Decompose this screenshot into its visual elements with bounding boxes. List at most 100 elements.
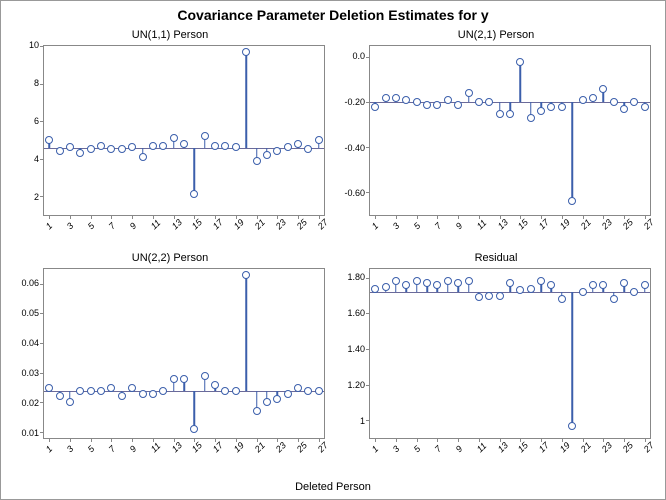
data-marker — [201, 372, 209, 380]
plot-area-wrap — [43, 45, 325, 216]
data-marker — [149, 142, 157, 150]
panel-title: Residual — [335, 252, 657, 264]
plot-area — [43, 268, 325, 439]
data-marker — [128, 384, 136, 392]
x-tick-label: 1 — [44, 221, 55, 232]
y-tick-label: 4 — [34, 154, 39, 164]
data-marker — [537, 107, 545, 115]
y-tick-label: 0.03 — [21, 368, 39, 378]
x-tick-label: 11 — [148, 218, 162, 232]
x-tick-label: 25 — [295, 217, 309, 231]
y-axis: 246810 — [9, 45, 41, 216]
data-marker — [45, 136, 53, 144]
y-tick-mark — [366, 192, 370, 193]
y-tick-label: 1.80 — [347, 272, 365, 282]
y-tick-mark — [366, 278, 370, 279]
x-tick-label: 11 — [474, 441, 488, 455]
data-marker — [45, 384, 53, 392]
data-marker — [76, 149, 84, 157]
x-tick-label: 5 — [412, 444, 423, 455]
data-marker — [475, 293, 483, 301]
y-tick-mark — [40, 84, 44, 85]
x-tick-label: 27 — [316, 440, 330, 454]
panel-title: UN(2,2) Person — [9, 252, 331, 264]
data-marker — [641, 103, 649, 111]
x-tick-label: 21 — [253, 217, 267, 231]
data-marker — [506, 279, 514, 287]
data-marker — [454, 101, 462, 109]
data-marker — [242, 48, 250, 56]
data-marker — [423, 279, 431, 287]
x-tick-label: 25 — [621, 440, 635, 454]
x-axis: 13579111315171921232527 — [43, 218, 325, 248]
x-tick-label: 13 — [495, 217, 509, 231]
x-tick-label: 1 — [44, 444, 55, 455]
y-tick-mark — [40, 432, 44, 433]
panel-title: UN(2,1) Person — [335, 29, 657, 41]
x-tick-label: 13 — [169, 217, 183, 231]
y-tick-mark — [40, 284, 44, 285]
x-tick-label: 23 — [600, 440, 614, 454]
y-tick-mark — [366, 57, 370, 58]
x-tick-label: 13 — [495, 440, 509, 454]
data-marker — [221, 142, 229, 150]
data-marker — [599, 281, 607, 289]
data-marker — [547, 103, 555, 111]
data-marker — [454, 279, 462, 287]
reference-line — [370, 292, 650, 293]
y-axis: -0.60-0.40-0.200.0 — [335, 45, 367, 216]
x-tick-label: 17 — [537, 440, 551, 454]
y-tick-label: 1.40 — [347, 344, 365, 354]
x-tick-label: 27 — [642, 217, 656, 231]
data-marker — [263, 398, 271, 406]
y-tick-label: 2 — [34, 192, 39, 202]
x-tick-label: 5 — [86, 444, 97, 455]
x-tick-label: 3 — [391, 444, 402, 455]
plot-area — [369, 268, 651, 439]
data-marker — [558, 103, 566, 111]
y-tick-label: 1 — [360, 416, 365, 426]
data-marker — [475, 98, 483, 106]
x-tick-label: 15 — [190, 217, 204, 231]
x-tick-label: 15 — [516, 440, 530, 454]
y-tick-mark — [40, 313, 44, 314]
x-tick-label: 25 — [621, 217, 635, 231]
data-marker — [128, 143, 136, 151]
chart-panel: UN(1,1) Person24681013579111315171921232… — [9, 29, 331, 248]
data-marker — [242, 271, 250, 279]
data-marker — [170, 134, 178, 142]
y-tick-label: -0.40 — [344, 143, 365, 153]
x-tick-label: 21 — [579, 217, 593, 231]
x-tick-label: 17 — [537, 217, 551, 231]
data-marker — [527, 114, 535, 122]
x-tick-label: 7 — [433, 221, 444, 232]
data-marker — [97, 387, 105, 395]
plot-area-wrap — [43, 268, 325, 439]
main-title: Covariance Parameter Deletion Estimates … — [1, 1, 665, 25]
needle — [194, 148, 196, 194]
x-tick-label: 17 — [211, 440, 225, 454]
data-marker — [485, 292, 493, 300]
x-axis-label: Deleted Person — [1, 481, 665, 493]
data-marker — [589, 94, 597, 102]
data-marker — [87, 145, 95, 153]
data-marker — [610, 295, 618, 303]
x-tick-label: 7 — [433, 444, 444, 455]
y-tick-mark — [366, 420, 370, 421]
data-marker — [315, 387, 323, 395]
data-marker — [413, 277, 421, 285]
data-marker — [392, 277, 400, 285]
x-tick-label: 19 — [558, 440, 572, 454]
y-tick-label: -0.60 — [344, 188, 365, 198]
x-tick-label: 19 — [232, 217, 246, 231]
data-marker — [620, 105, 628, 113]
data-marker — [444, 96, 452, 104]
data-marker — [56, 392, 64, 400]
data-marker — [516, 286, 524, 294]
y-tick-label: 0.05 — [21, 308, 39, 318]
x-tick-label: 9 — [454, 221, 465, 232]
x-tick-label: 21 — [579, 440, 593, 454]
y-tick-mark — [40, 159, 44, 160]
data-marker — [371, 103, 379, 111]
y-tick-label: 6 — [34, 116, 39, 126]
